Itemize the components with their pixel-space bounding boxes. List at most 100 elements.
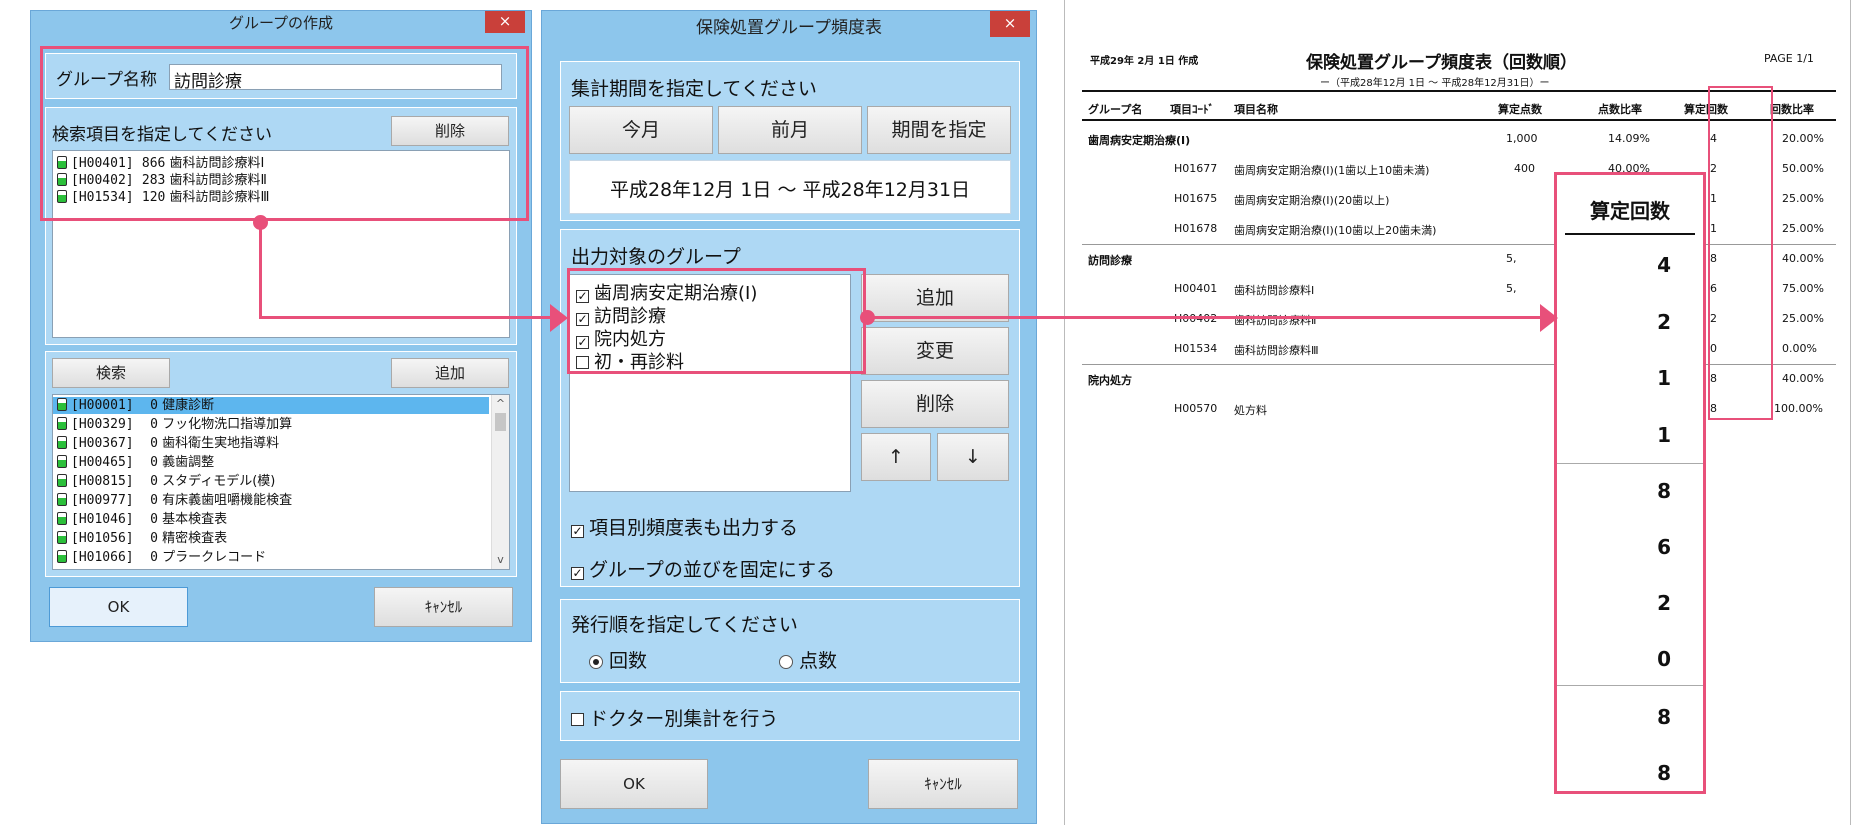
database-icon [57,398,67,411]
zoom-value: 1 [1657,423,1671,447]
cancel-button[interactable]: ｷｬﾝｾﾙ [374,587,513,627]
radio-icon[interactable] [779,655,793,669]
report-points: 400 [1514,162,1535,175]
zoom-value: 2 [1657,591,1671,615]
divider [1850,0,1851,825]
list-item[interactable]: [H00465] 0 義歯調整 [57,454,214,471]
checkbox[interactable]: ✓ [571,525,584,538]
highlight-box-selected-items [40,46,529,221]
highlight-box-groups [567,268,866,374]
arrow-down-icon: ↓ [965,446,981,468]
doctor-option[interactable]: ドクター別集計を行う [571,704,778,731]
report-subtitle: ー（平成28年12月 1日 〜 平成28年12月31日）ー [1320,78,1550,89]
period-label: 集計期間を指定してください [571,78,817,100]
header-code: 項目ｺｰﾄﾞ [1170,103,1214,116]
list-item[interactable]: [H00367] 0 歯科衛生実地指導料 [57,435,279,452]
order-count-radio[interactable]: 回数 [589,646,647,673]
report-item-name: 歯周病安定期治療(Ⅰ)(20歯以上) [1234,194,1390,207]
group-create-title: グループの作成 [228,14,334,32]
database-icon [57,417,67,430]
checkbox[interactable]: ✓ [571,567,584,580]
report-code: H00401 [1174,282,1218,295]
order-panel: 発行順を指定してください 回数 点数 [560,599,1020,683]
ok-button[interactable]: OK [49,587,188,627]
period-panel: 集計期間を指定してください 今月 前月 期間を指定 平成28年12月 1日 ～ … [560,61,1020,221]
report-points: 5, [1506,282,1517,295]
zoom-value: 8 [1657,761,1671,785]
report-points: 1,000 [1506,132,1538,145]
report-item-name: 歯周病安定期治療(Ⅰ)(10歯以上20歯未満) [1234,224,1437,237]
zoom-value: 6 [1657,535,1671,559]
connector-line [259,221,262,319]
close-icon[interactable]: × [485,11,525,33]
period-display: 平成28年12月 1日 ～ 平成28年12月31日 [569,160,1011,214]
report-count-ratio: 20.00% [1782,132,1824,145]
connector-dot [860,310,875,325]
checkbox[interactable] [571,713,584,726]
zoom-value: 0 [1657,647,1671,671]
this-month-button[interactable]: 今月 [569,106,713,154]
report-count-ratio: 25.00% [1782,192,1824,205]
list-item[interactable]: [H00001] 0 健康診断 [53,397,489,414]
report-count-ratio: 75.00% [1782,282,1824,295]
zoom-value: 8 [1657,705,1671,729]
list-item[interactable]: [H01046] 0 基本検査表 [57,511,227,528]
specify-period-button[interactable]: 期間を指定 [867,106,1011,154]
report-created-date: 平成29年 2月 1日 作成 [1090,56,1199,67]
zoom-row-rule [1557,463,1703,464]
fix-order-option[interactable]: ✓ グループの並びを固定にする [571,555,835,582]
search-results-list[interactable]: [H00001] 0 健康診断 [H00329] 0 フッ化物洗口指導加算 [H… [52,394,510,570]
database-icon [57,550,67,563]
report-item-name: 歯科訪問診療料Ⅱ [1234,314,1317,327]
report-point-ratio: 14.09% [1608,132,1650,145]
connector-line [259,316,554,319]
report-item-name: 歯周病安定期治療(Ⅰ)(1歯以上10歯未満) [1234,164,1430,177]
scroll-up-icon[interactable]: ^ [492,395,509,411]
report-code: H01675 [1174,192,1218,205]
report-points: 5, [1506,252,1517,265]
database-icon [57,436,67,449]
scrollbar-thumb[interactable] [495,413,506,431]
connector-dot [253,215,268,230]
groups-label: 出力対象のグループ [571,246,741,268]
close-icon[interactable]: × [990,11,1030,37]
ok-button[interactable]: OK [560,759,708,809]
search-button[interactable]: 検索 [52,358,170,388]
move-up-button[interactable]: ↑ [861,433,931,481]
report-count-ratio: 40.00% [1782,372,1824,385]
database-icon [57,493,67,506]
order-label: 発行順を指定してください [571,614,798,636]
doctor-panel: ドクター別集計を行う [560,691,1020,741]
delete-group-button[interactable]: 削除 [861,380,1009,428]
header-group: グループ名 [1088,103,1143,116]
move-down-button[interactable]: ↓ [937,433,1009,481]
order-points-radio[interactable]: 点数 [779,646,837,673]
list-item[interactable]: [H00329] 0 フッ化物洗口指導加算 [57,416,292,433]
cancel-button[interactable]: ｷｬﾝｾﾙ [868,759,1018,809]
report-code: H00570 [1174,402,1218,415]
radio-icon[interactable] [589,655,603,669]
last-month-button[interactable]: 前月 [718,106,862,154]
list-item[interactable]: [H00815] 0 スタディモデル(模) [57,473,275,490]
report-group: 歯周病安定期治療(Ⅰ) [1088,134,1191,147]
zoom-callout: 算定回数 4 2 1 1 8 6 2 0 8 8 [1554,172,1706,794]
report-group: 訪問診療 [1088,254,1132,267]
scrollbar[interactable]: ^ v [491,395,509,569]
header-name: 項目名称 [1234,103,1278,116]
report-count-ratio: 25.00% [1782,312,1824,325]
add-group-button[interactable]: 追加 [861,274,1009,322]
change-group-button[interactable]: 変更 [861,327,1009,375]
scroll-down-icon[interactable]: v [492,553,509,569]
zoom-row-rule [1557,685,1703,686]
list-item[interactable]: [H00977] 0 有床義歯咀嚼機能検査 [57,492,292,509]
list-item[interactable]: [H01056] 0 精密検査表 [57,530,227,547]
item-freq-option[interactable]: ✓ 項目別頻度表も出力する [571,513,798,540]
add-button[interactable]: 追加 [391,358,509,388]
connector-line [866,316,1550,319]
report-code: H01677 [1174,162,1218,175]
report-page-number: PAGE 1/1 [1764,52,1814,65]
report-count-ratio: 50.00% [1782,162,1824,175]
report-count-ratio: 25.00% [1782,222,1824,235]
list-item[interactable]: [H01066] 0 プラークレコード [57,549,266,566]
zoom-value: 1 [1657,366,1671,390]
